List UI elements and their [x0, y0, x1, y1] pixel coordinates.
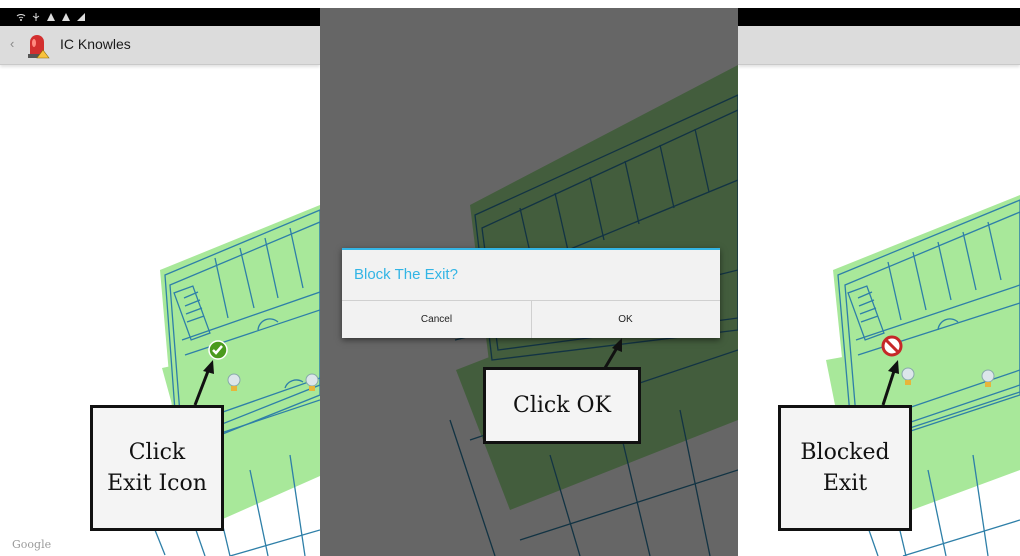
- instruction-callout: Blocked Exit: [778, 405, 912, 531]
- callout-line: Exit Icon: [107, 471, 207, 496]
- screen-panel-3: Blocked Exit: [738, 0, 1020, 556]
- status-bar: [738, 8, 1020, 26]
- map-attribution: Google: [12, 538, 52, 551]
- screen-panel-1: ‹ IC Knowles Click Exit Icon Google: [0, 0, 320, 556]
- callout-line: Exit: [822, 471, 868, 496]
- callout-line: Click: [128, 440, 186, 465]
- siren-icon[interactable]: [22, 30, 52, 60]
- status-bar: [0, 8, 320, 26]
- usb-icon: [32, 13, 40, 21]
- blocked-exit-icon[interactable]: [881, 335, 903, 357]
- action-bar: ‹ IC Knowles: [0, 26, 320, 65]
- screen-panel-2: Block The Exit? Cancel OK Click OK: [320, 0, 738, 556]
- exit-icon[interactable]: [208, 340, 228, 360]
- callout-line: Click OK: [512, 393, 612, 418]
- callout-line: Blocked: [800, 440, 890, 465]
- instruction-callout: Click Exit Icon: [90, 405, 224, 531]
- instruction-callout: Click OK: [483, 367, 641, 444]
- wifi-icon: [16, 14, 26, 21]
- app-title: IC Knowles: [60, 36, 131, 52]
- callout-arrow: [603, 338, 622, 369]
- action-bar: [738, 26, 1020, 65]
- back-button[interactable]: ‹: [10, 36, 14, 51]
- signal-icon: [77, 13, 85, 21]
- warning-icon: [47, 13, 55, 21]
- warning-icon: [62, 13, 70, 21]
